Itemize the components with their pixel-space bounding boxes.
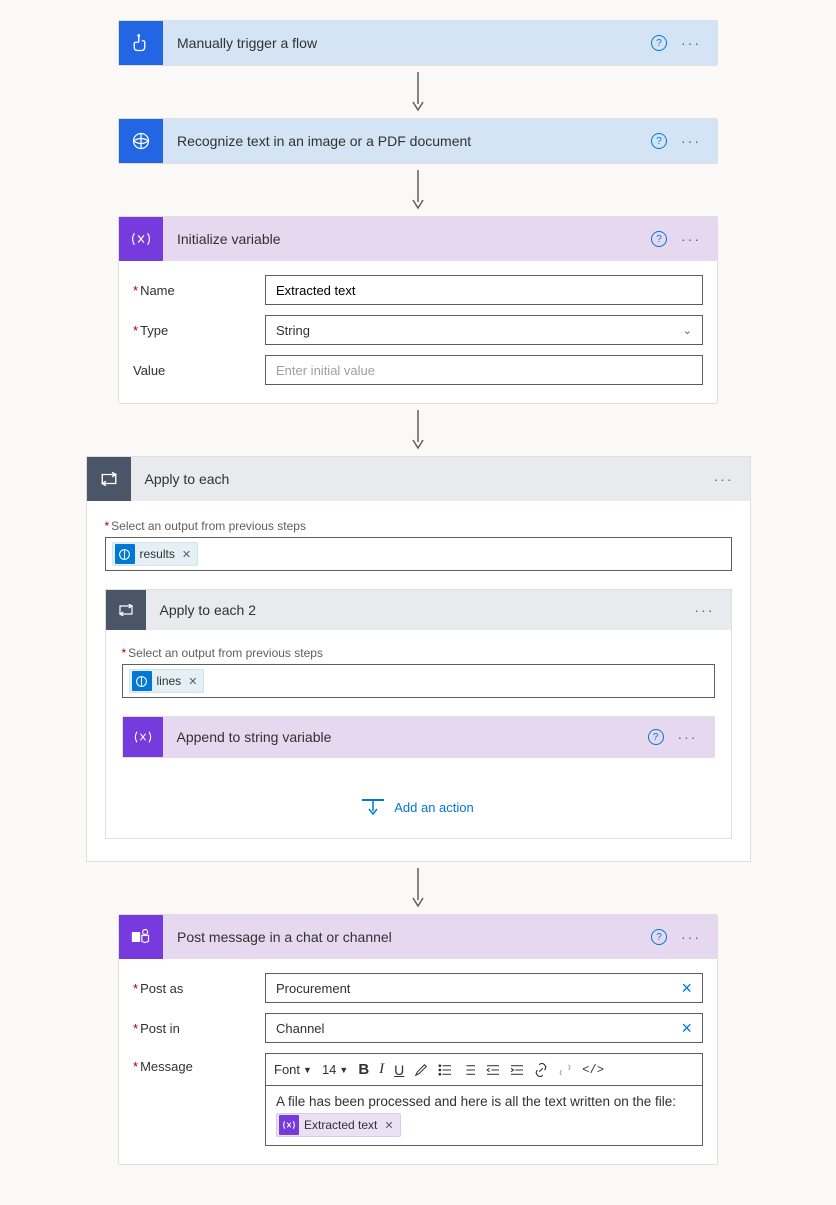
bold-icon[interactable]: B (358, 1061, 369, 1078)
select-output-label: Select an output from previous steps (122, 646, 715, 660)
add-action-icon (362, 798, 384, 816)
post-in-label: Post in (133, 1021, 265, 1036)
menu-icon[interactable]: ··· (681, 929, 701, 945)
name-input[interactable] (265, 275, 703, 305)
value-label: Value (133, 363, 265, 378)
post-as-value: Procurement (266, 981, 671, 996)
trigger-icon (119, 21, 163, 65)
token-label: results (140, 547, 175, 561)
ai-token-icon (115, 544, 135, 564)
output-token-input[interactable]: results ✕ (105, 537, 732, 571)
name-label: Name (133, 283, 265, 298)
unlink-icon[interactable] (558, 1063, 572, 1077)
select-output-label: Select an output from previous steps (105, 519, 732, 533)
token-remove-icon[interactable]: ✕ (384, 1119, 393, 1132)
step-title: Append to string variable (163, 729, 648, 745)
menu-icon[interactable]: ··· (695, 602, 715, 618)
menu-icon[interactable]: ··· (681, 35, 701, 51)
italic-icon[interactable]: I (379, 1061, 384, 1078)
menu-icon[interactable]: ··· (681, 133, 701, 149)
step-title: Apply to each (131, 471, 714, 487)
indent-icon[interactable] (510, 1064, 524, 1076)
svg-text:T: T (133, 933, 138, 942)
help-icon[interactable]: ? (648, 729, 664, 745)
link-icon[interactable] (534, 1063, 548, 1077)
step-initialize-variable[interactable]: Initialize variable ? ··· Name Type Stri… (118, 216, 718, 404)
chevron-down-icon: ⌄ (683, 324, 692, 337)
rich-text-toolbar: Font ▼ 14 ▼ B I U (265, 1053, 703, 1085)
step-title: Initialize variable (163, 231, 651, 247)
step-post-message[interactable]: T Post message in a chat or channel ? ··… (118, 914, 718, 1165)
number-list-icon[interactable] (462, 1064, 476, 1076)
add-action-button[interactable]: Add an action (122, 798, 715, 816)
message-label: Message (133, 1053, 265, 1074)
step-recognize[interactable]: Recognize text in an image or a PDF docu… (118, 118, 718, 164)
arrow-connector (410, 170, 426, 210)
step-title: Apply to each 2 (146, 602, 695, 618)
step-title: Recognize text in an image or a PDF docu… (163, 133, 651, 149)
post-as-label: Post as (133, 981, 265, 996)
help-icon[interactable]: ? (651, 133, 667, 149)
type-select[interactable]: String ⌄ (265, 315, 703, 345)
step-append-string[interactable]: Append to string variable ? ··· (122, 716, 715, 758)
post-in-value: Channel (266, 1021, 671, 1036)
step-apply-to-each[interactable]: Apply to each ··· Select an output from … (86, 456, 751, 862)
add-action-label: Add an action (394, 800, 474, 815)
value-input[interactable] (265, 355, 703, 385)
loop-icon (106, 590, 146, 630)
clear-icon[interactable]: × (671, 1018, 702, 1039)
token-results[interactable]: results ✕ (112, 542, 199, 566)
message-editor[interactable]: A file has been processed and here is al… (265, 1085, 703, 1146)
type-label: Type (133, 323, 265, 338)
type-value: String (276, 323, 310, 338)
help-icon[interactable]: ? (651, 231, 667, 247)
help-icon[interactable]: ? (651, 35, 667, 51)
bullet-list-icon[interactable] (438, 1064, 452, 1076)
token-label: Extracted text (304, 1118, 377, 1132)
token-lines[interactable]: lines ✕ (129, 669, 205, 693)
font-dropdown[interactable]: Font ▼ (274, 1062, 312, 1077)
step-apply-to-each-2[interactable]: Apply to each 2 ··· Select an output fro… (105, 589, 732, 839)
arrow-connector (410, 868, 426, 908)
message-text: A file has been processed and here is al… (276, 1094, 692, 1109)
post-in-input[interactable]: Channel × (265, 1013, 703, 1043)
token-remove-icon[interactable]: ✕ (188, 675, 197, 688)
variable-token-icon (279, 1115, 299, 1135)
step-title: Manually trigger a flow (163, 35, 651, 51)
teams-icon: T (119, 915, 163, 959)
menu-icon[interactable]: ··· (678, 729, 698, 745)
step-trigger[interactable]: Manually trigger a flow ? ··· (118, 20, 718, 66)
arrow-connector (410, 410, 426, 450)
token-extracted-text[interactable]: Extracted text ✕ (276, 1113, 401, 1137)
variable-icon (119, 217, 163, 261)
output-token-input[interactable]: lines ✕ (122, 664, 715, 698)
menu-icon[interactable]: ··· (714, 471, 734, 487)
token-label: lines (157, 674, 182, 688)
token-remove-icon[interactable]: ✕ (182, 548, 191, 561)
loop-icon (87, 457, 131, 501)
clear-icon[interactable]: × (671, 978, 702, 999)
menu-icon[interactable]: ··· (681, 231, 701, 247)
underline-icon[interactable]: U (394, 1062, 404, 1078)
highlight-icon[interactable] (414, 1063, 428, 1077)
code-icon[interactable]: </> (582, 1063, 604, 1077)
ai-token-icon (132, 671, 152, 691)
arrow-connector (410, 72, 426, 112)
help-icon[interactable]: ? (651, 929, 667, 945)
ai-icon (119, 119, 163, 163)
variable-icon (123, 717, 163, 757)
post-as-input[interactable]: Procurement × (265, 973, 703, 1003)
size-dropdown[interactable]: 14 ▼ (322, 1062, 348, 1077)
outdent-icon[interactable] (486, 1064, 500, 1076)
step-title: Post message in a chat or channel (163, 929, 651, 945)
